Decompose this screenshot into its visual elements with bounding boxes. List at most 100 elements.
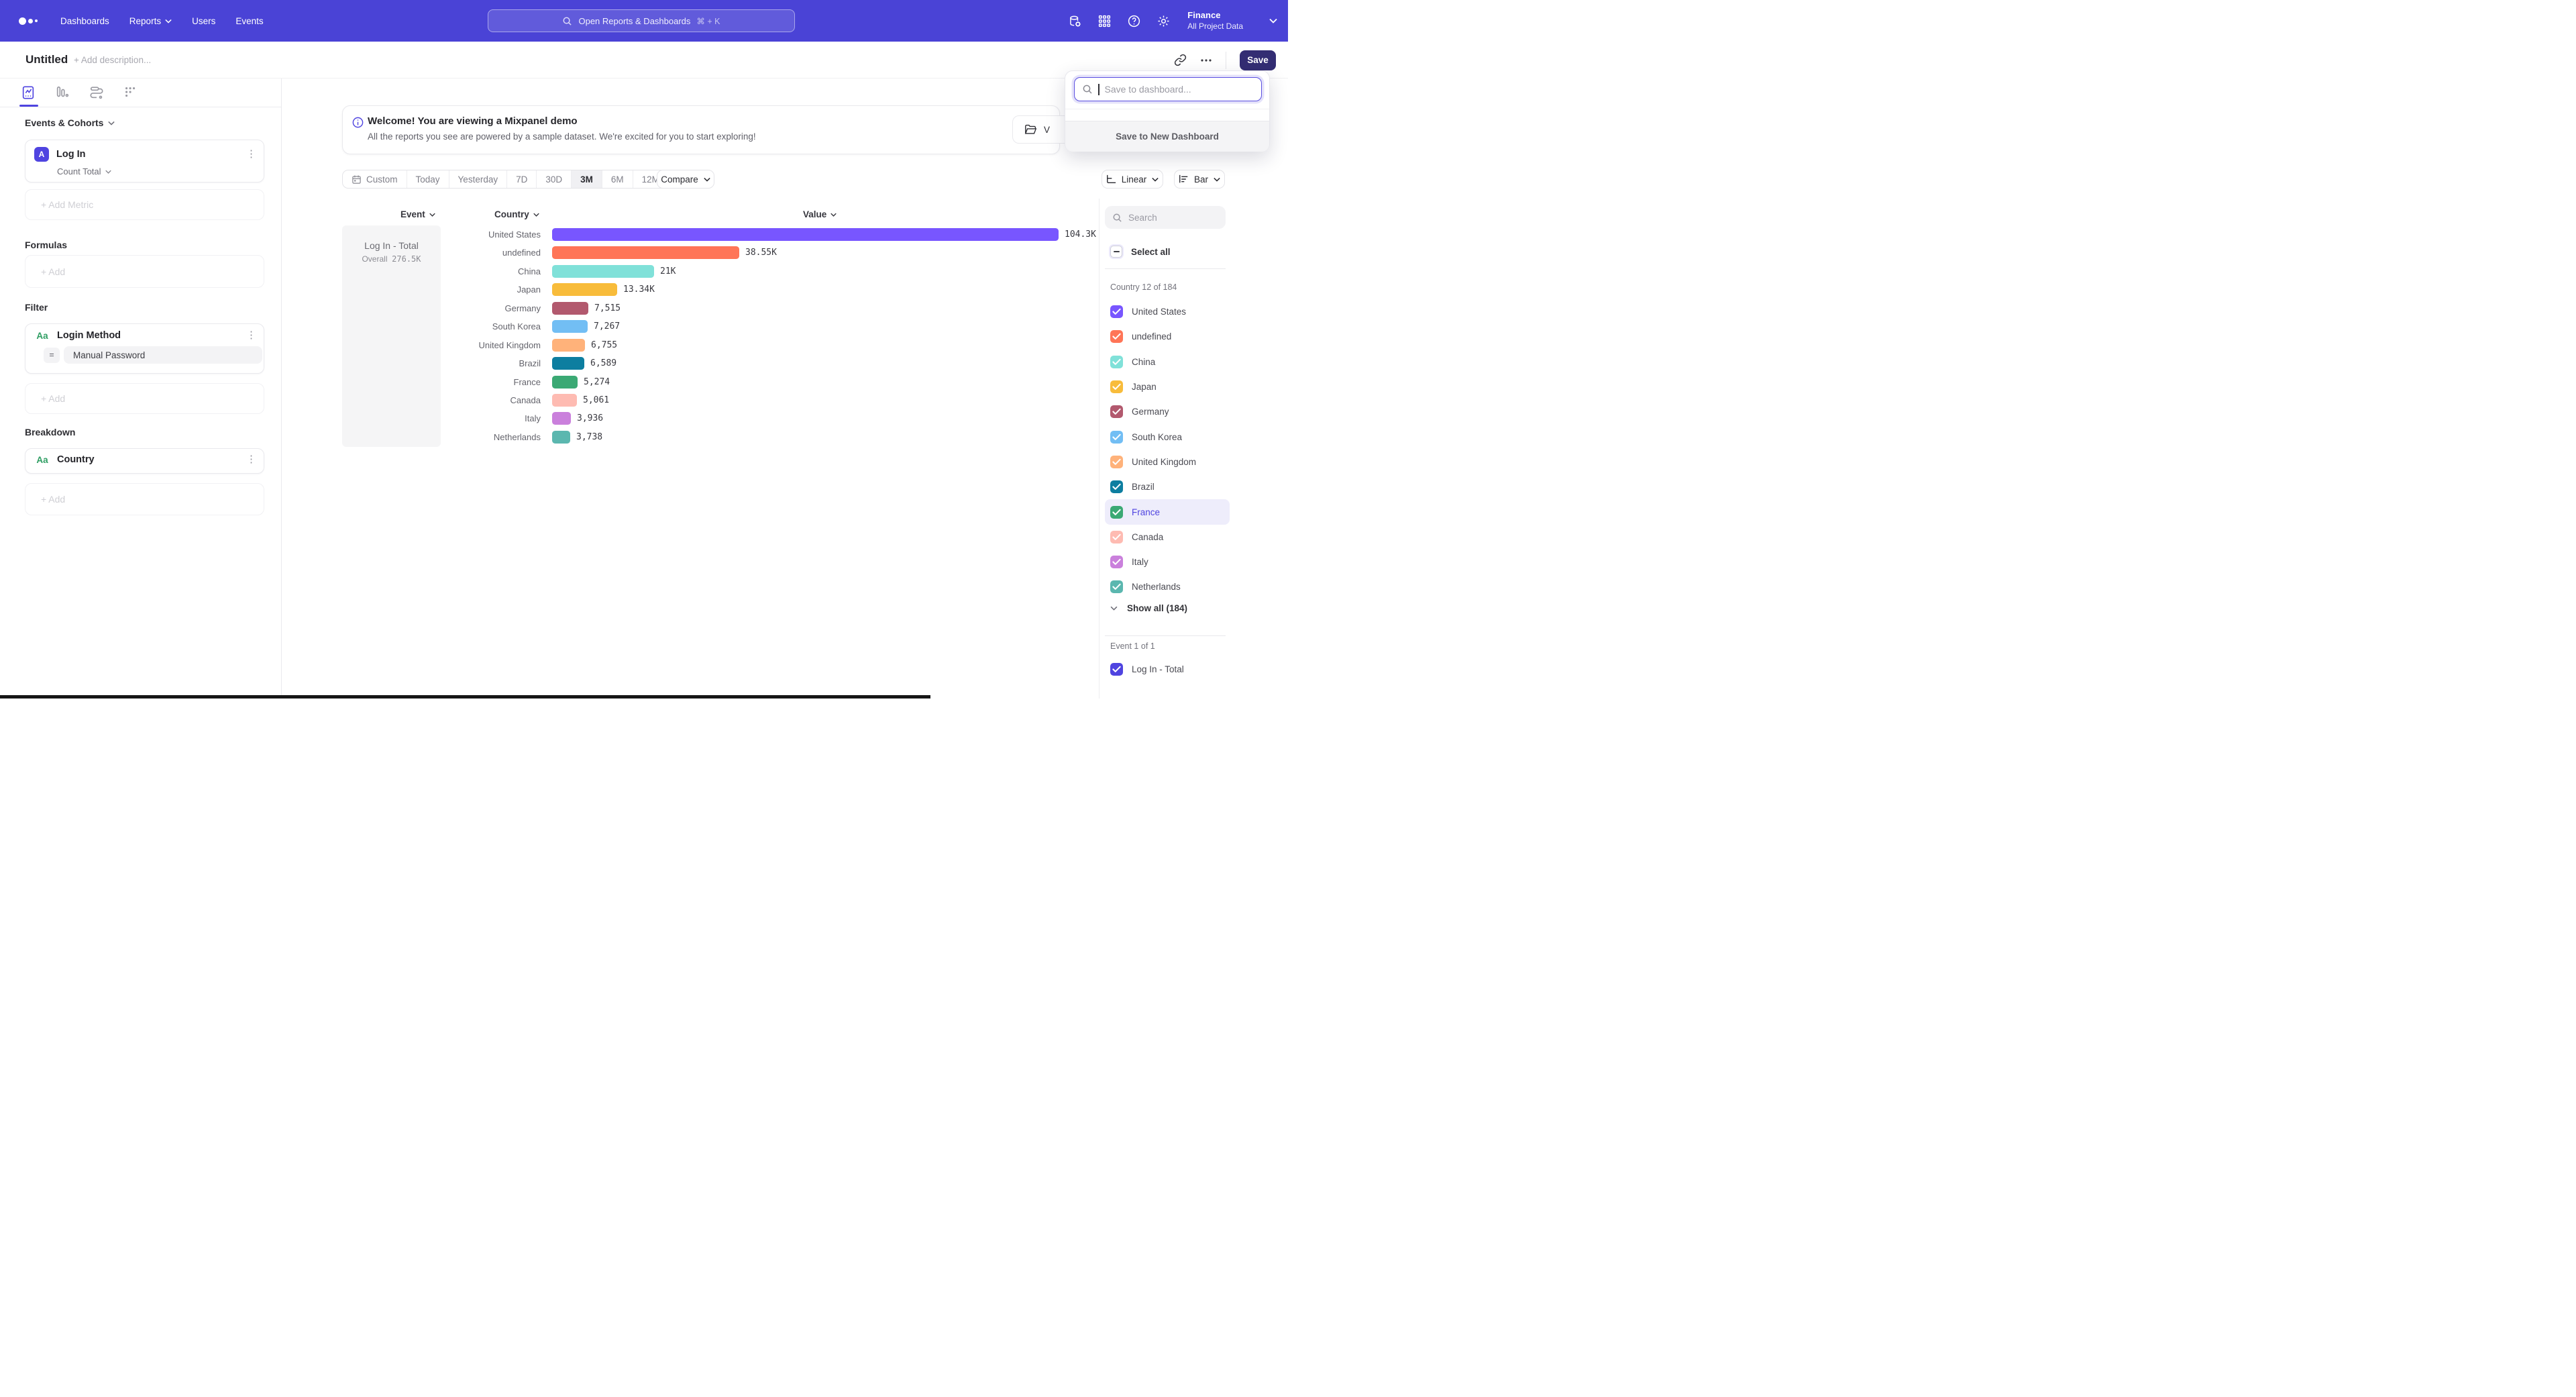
- data-management-icon[interactable]: [1068, 14, 1082, 28]
- more-options-icon[interactable]: [1200, 54, 1212, 66]
- checked-checkbox-icon: [1110, 405, 1123, 418]
- add-filter-button[interactable]: + Add: [25, 383, 264, 414]
- global-search-bar[interactable]: Open Reports & Dashboards ⌘ + K: [488, 9, 795, 32]
- indeterminate-checkbox-icon: [1110, 246, 1122, 258]
- nav-item-reports[interactable]: Reports: [129, 16, 172, 26]
- copy-link-icon[interactable]: [1174, 54, 1187, 66]
- mixpanel-logo[interactable]: [19, 17, 38, 25]
- bar-category-label: Germany: [342, 299, 541, 317]
- segment-item-italy[interactable]: Italy: [1105, 550, 1230, 574]
- report-title[interactable]: Untitled: [25, 53, 68, 66]
- segment-item-label: United Kingdom: [1132, 457, 1196, 467]
- checked-checkbox-icon: [1110, 506, 1123, 519]
- save-to-dashboard-popup: Save to dashboard... Save to New Dashboa…: [1065, 70, 1270, 152]
- save-dashboard-search-input[interactable]: Save to dashboard...: [1074, 77, 1262, 101]
- segment-item-south-korea[interactable]: South Korea: [1105, 424, 1230, 449]
- aggregation-selector[interactable]: Count Total: [57, 166, 264, 176]
- chevron-down-icon[interactable]: [1269, 18, 1277, 23]
- breakdown-card[interactable]: Aa Country ⋮: [25, 448, 264, 474]
- chart-type-selector[interactable]: Bar: [1174, 170, 1225, 189]
- filter-card[interactable]: Aa Login Method ⋮ = Manual Password: [25, 323, 264, 374]
- tab-retention-icon[interactable]: [123, 85, 138, 100]
- linear-axis-icon: [1106, 174, 1116, 184]
- segment-item-label: Brazil: [1132, 482, 1155, 492]
- range-6m[interactable]: 6M: [602, 170, 633, 188]
- show-all-button[interactable]: Show all (184): [1110, 603, 1187, 613]
- column-header-value[interactable]: Value: [803, 209, 837, 219]
- breakdown-kebab-menu[interactable]: ⋮: [246, 456, 256, 463]
- bar[interactable]: [552, 228, 1059, 241]
- bar[interactable]: [552, 339, 585, 352]
- segment-item-undefined[interactable]: undefined: [1105, 324, 1230, 349]
- add-metric-button[interactable]: + Add Metric: [25, 189, 264, 220]
- segment-item-japan[interactable]: Japan: [1105, 374, 1230, 399]
- bar[interactable]: [552, 376, 578, 389]
- tab-funnels-icon[interactable]: [55, 85, 70, 100]
- save-to-new-dashboard-button[interactable]: Save to New Dashboard: [1065, 121, 1269, 152]
- segment-item-france[interactable]: France: [1105, 499, 1230, 524]
- bar-value-label: 5,274: [584, 373, 610, 391]
- panel-divider: [1105, 635, 1226, 636]
- bar[interactable]: [552, 320, 588, 333]
- segment-item-canada[interactable]: Canada: [1105, 525, 1230, 550]
- checked-checkbox-icon: [1110, 480, 1123, 493]
- chart-row-italy: Italy3,936: [342, 409, 1100, 427]
- range-3m[interactable]: 3M: [572, 170, 602, 188]
- tab-flows-icon[interactable]: [89, 85, 104, 100]
- save-button[interactable]: Save: [1240, 50, 1276, 70]
- bar-value-label: 104.3K: [1065, 225, 1096, 244]
- range-custom[interactable]: Custom: [343, 170, 407, 188]
- check-icon: [1112, 509, 1121, 516]
- breakdown-property-name[interactable]: Country: [57, 454, 239, 465]
- settings-gear-icon[interactable]: [1157, 14, 1171, 28]
- range-30d[interactable]: 30D: [537, 170, 572, 188]
- metric-kebab-menu[interactable]: ⋮: [246, 151, 256, 158]
- filter-value[interactable]: Manual Password: [64, 346, 262, 364]
- metric-card[interactable]: A Log In ⋮ Count Total: [25, 140, 264, 183]
- segment-item-united-kingdom[interactable]: United Kingdom: [1105, 450, 1230, 474]
- segment-item-united-states[interactable]: United States: [1105, 299, 1230, 324]
- chevron-down-icon: [105, 170, 111, 174]
- nav-item-users[interactable]: Users: [192, 16, 215, 26]
- segment-item-brazil[interactable]: Brazil: [1105, 474, 1230, 499]
- bar[interactable]: [552, 357, 584, 370]
- bar[interactable]: [552, 412, 571, 425]
- filter-kebab-menu[interactable]: ⋮: [246, 332, 256, 339]
- apps-grid-icon[interactable]: [1097, 14, 1112, 28]
- range-today[interactable]: Today: [407, 170, 449, 188]
- nav-item-dashboards[interactable]: Dashboards: [60, 16, 109, 26]
- segment-item-netherlands[interactable]: Netherlands: [1105, 574, 1230, 599]
- column-header-event[interactable]: Event: [400, 209, 435, 219]
- tab-insights-icon[interactable]: [21, 85, 36, 100]
- select-all-checkbox[interactable]: Select all: [1110, 246, 1171, 258]
- filter-property-name[interactable]: Login Method: [57, 330, 239, 341]
- event-legend-item[interactable]: Log In - Total: [1110, 663, 1184, 676]
- segment-search-input[interactable]: Search: [1105, 206, 1226, 229]
- add-formula-button[interactable]: + Add: [25, 255, 264, 288]
- bar[interactable]: [552, 246, 739, 259]
- bar-value-label: 13.34K: [623, 280, 655, 299]
- bar-category-label: United States: [342, 225, 541, 244]
- nav-item-label: Reports: [129, 16, 161, 26]
- metric-event-name[interactable]: Log In: [56, 149, 239, 160]
- bar[interactable]: [552, 394, 577, 407]
- bar[interactable]: [552, 265, 654, 278]
- bar-category-label: France: [342, 373, 541, 391]
- add-breakdown-button[interactable]: + Add: [25, 483, 264, 515]
- nav-item-events[interactable]: Events: [235, 16, 263, 26]
- help-icon[interactable]: [1127, 14, 1141, 28]
- segment-item-germany[interactable]: Germany: [1105, 399, 1230, 424]
- bar[interactable]: [552, 431, 570, 444]
- range-7d[interactable]: 7D: [507, 170, 537, 188]
- bar[interactable]: [552, 302, 588, 315]
- events-cohorts-header[interactable]: Events & Cohorts: [25, 117, 115, 128]
- segment-item-china[interactable]: China: [1105, 350, 1230, 374]
- bar[interactable]: [552, 283, 617, 296]
- compare-button[interactable]: Compare: [657, 170, 714, 189]
- project-switcher[interactable]: Finance All Project Data: [1187, 10, 1243, 31]
- column-header-country[interactable]: Country: [494, 209, 539, 219]
- chart-scale-selector[interactable]: Linear: [1102, 170, 1163, 189]
- filter-operator[interactable]: =: [44, 348, 60, 363]
- add-description-placeholder[interactable]: + Add description...: [74, 55, 151, 65]
- range-yesterday[interactable]: Yesterday: [449, 170, 508, 188]
